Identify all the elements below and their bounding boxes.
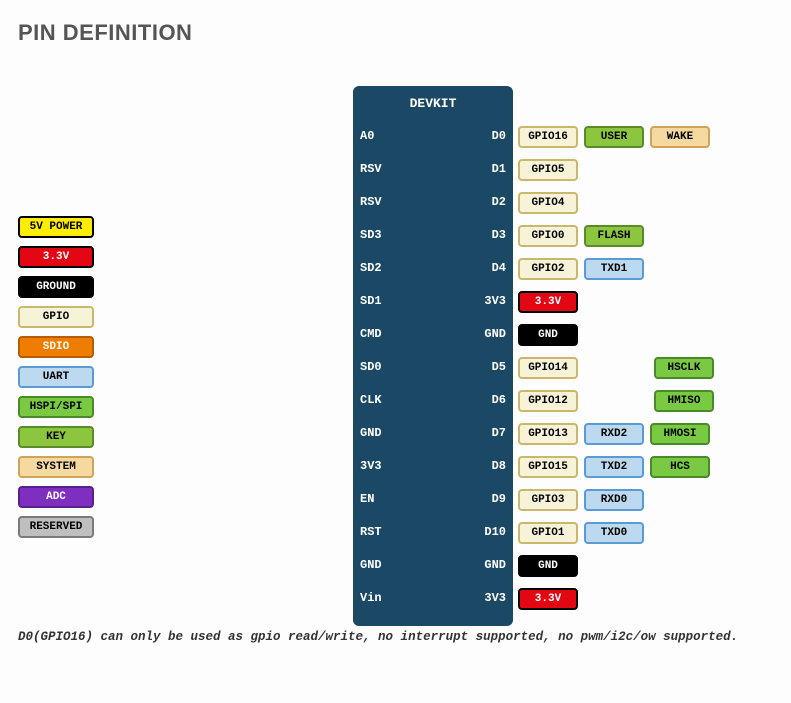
pin-tag: 3.3V: [518, 588, 578, 610]
pin-tag: RXD0: [584, 489, 644, 511]
pin-tag: GPIO3: [518, 489, 578, 511]
pin-tag: TXD2: [584, 456, 644, 478]
pinout-diagram: 5V POWER 3.3V GROUND GPIO SDIO UART HSPI/SPI KE…: [18, 86, 773, 646]
chip-pin-right: GND: [470, 558, 506, 572]
pin-tag: GND: [518, 555, 578, 577]
chip-pin-right: GND: [470, 327, 506, 341]
chip-pin-left: SD0: [360, 360, 396, 374]
pin-tag: GPIO15: [518, 456, 578, 478]
chip-pin-left: RSV: [360, 195, 396, 209]
chip-pin-left: CLK: [360, 393, 396, 407]
chip-pin-right: D1: [470, 162, 506, 176]
pin-row-right: GPIO1 TXD0: [518, 522, 644, 544]
pin-tag: RXD2: [584, 423, 644, 445]
pin-tag: GND: [518, 324, 578, 346]
pin-row-right: GND: [518, 324, 578, 346]
chip-pin-left: Vin: [360, 591, 396, 605]
legend-item: KEY: [18, 426, 94, 448]
chip-pin-left: RSV: [360, 162, 396, 176]
pin-tag: GPIO2: [518, 258, 578, 280]
chip-pin-right: D5: [470, 360, 506, 374]
chip-pin-left: CMD: [360, 327, 396, 341]
pin-tag: GPIO14: [518, 357, 578, 379]
chip-title: DEVKIT: [353, 86, 513, 111]
legend-item: GROUND: [18, 276, 94, 298]
chip-pin-right: D0: [470, 129, 506, 143]
pin-tag: HCS: [650, 456, 710, 478]
pin-tag: WAKE: [650, 126, 710, 148]
pin-row-right: GPIO12 HMISO: [518, 390, 714, 412]
pin-row-right: GPIO4: [518, 192, 578, 214]
chip-pin-right: 3V3: [470, 591, 506, 605]
chip-pin-left: 3V3: [360, 459, 396, 473]
chip-pin-left: EN: [360, 492, 396, 506]
chip-pin-left: SD3: [360, 228, 396, 242]
pin-row-right: GPIO3 RXD0: [518, 489, 644, 511]
pin-tag: TXD0: [584, 522, 644, 544]
pin-tag: GPIO0: [518, 225, 578, 247]
chip-pin-right: D6: [470, 393, 506, 407]
pin-row-right: GPIO2 TXD1: [518, 258, 644, 280]
chip-pin-right: D9: [470, 492, 506, 506]
pin-tag: 3.3V: [518, 291, 578, 313]
pin-row-right: GPIO15 TXD2 HCS: [518, 456, 710, 478]
pin-row-right: 3.3V: [518, 588, 578, 610]
pin-tag: GPIO1: [518, 522, 578, 544]
pin-row-right: GPIO14 HSCLK: [518, 357, 714, 379]
footnote: D0(GPIO16) can only be used as gpio read…: [18, 630, 773, 644]
legend-item: SDIO: [18, 336, 94, 358]
pin-tag: HMOSI: [650, 423, 710, 445]
chip-pin-left: SD2: [360, 261, 396, 275]
pin-tag: FLASH: [584, 225, 644, 247]
pin-row-right: GPIO0 FLASH: [518, 225, 644, 247]
pin-tag: HSCLK: [654, 357, 714, 379]
legend-item: 5V POWER: [18, 216, 94, 238]
legend-item: GPIO: [18, 306, 94, 328]
legend-item: RESERVED: [18, 516, 94, 538]
chip-pin-left: RST: [360, 525, 396, 539]
chip-pin-right: D8: [470, 459, 506, 473]
legend-item: UART: [18, 366, 94, 388]
legend-item: HSPI/SPI: [18, 396, 94, 418]
chip-pin-left: SD1: [360, 294, 396, 308]
pin-tag: TXD1: [584, 258, 644, 280]
chip-pin-right: D4: [470, 261, 506, 275]
chip-pin-right: D3: [470, 228, 506, 242]
pin-row-right: GPIO13 RXD2 HMOSI: [518, 423, 710, 445]
chip-pin-right: D7: [470, 426, 506, 440]
pin-row-right: GPIO5: [518, 159, 578, 181]
pin-tag: GPIO4: [518, 192, 578, 214]
pin-tag: GPIO5: [518, 159, 578, 181]
pin-tag: USER: [584, 126, 644, 148]
chip-pin-left: GND: [360, 558, 396, 572]
chip-pin-left: GND: [360, 426, 396, 440]
pin-row-right: 3.3V: [518, 291, 578, 313]
chip-pin-left: A0: [360, 129, 396, 143]
chip-pin-right: D2: [470, 195, 506, 209]
legend: 5V POWER 3.3V GROUND GPIO SDIO UART HSPI/SPI KE…: [18, 216, 94, 538]
chip-pin-right: D10: [470, 525, 506, 539]
pin-tag: HMISO: [654, 390, 714, 412]
page-title: PIN DEFINITION: [18, 20, 773, 46]
pin-tag: GPIO12: [518, 390, 578, 412]
legend-item: SYSTEM: [18, 456, 94, 478]
legend-item: 3.3V: [18, 246, 94, 268]
pin-tag: GPIO13: [518, 423, 578, 445]
legend-item: ADC: [18, 486, 94, 508]
chip-pin-right: 3V3: [470, 294, 506, 308]
pin-row-right: GND: [518, 555, 578, 577]
pin-row-right: GPIO16 USER WAKE: [518, 126, 710, 148]
pin-tag: GPIO16: [518, 126, 578, 148]
